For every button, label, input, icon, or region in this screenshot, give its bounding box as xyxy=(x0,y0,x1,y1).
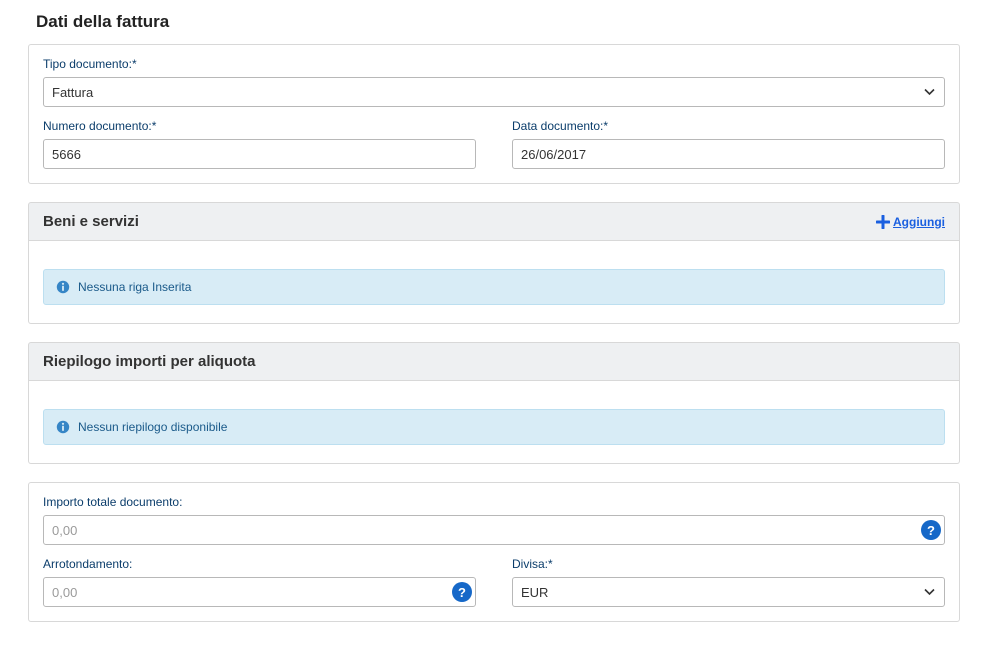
summary-section-title: Riepilogo importi per aliquota xyxy=(43,353,256,370)
total-amount-input[interactable] xyxy=(43,515,945,545)
invoice-data-panel: Tipo documento:* Fattura Numero document… xyxy=(28,44,960,184)
add-row-label: Aggiungi xyxy=(893,215,945,229)
help-icon[interactable]: ? xyxy=(921,520,941,540)
help-icon[interactable]: ? xyxy=(452,582,472,602)
totals-panel: Importo totale documento: ? Arrotondamen… xyxy=(28,482,960,622)
currency-select[interactable]: EUR xyxy=(512,577,945,607)
plus-icon xyxy=(876,215,890,229)
doc-date-input[interactable] xyxy=(512,139,945,169)
summary-empty-alert: Nessun riepilogo disponibile xyxy=(43,409,945,445)
rounding-input[interactable] xyxy=(43,577,476,607)
goods-empty-text: Nessuna riga Inserita xyxy=(78,280,191,294)
summary-empty-text: Nessun riepilogo disponibile xyxy=(78,420,227,434)
doc-type-select[interactable]: Fattura xyxy=(43,77,945,107)
info-icon xyxy=(56,420,70,434)
summary-section-header: Riepilogo importi per aliquota xyxy=(28,342,960,381)
doc-number-input[interactable] xyxy=(43,139,476,169)
currency-label: Divisa:* xyxy=(512,557,945,571)
goods-section-header: Beni e servizi Aggiungi xyxy=(28,202,960,241)
summary-section-body: Nessun riepilogo disponibile xyxy=(28,381,960,464)
doc-number-label: Numero documento:* xyxy=(43,119,476,133)
total-amount-label: Importo totale documento: xyxy=(43,495,945,509)
add-row-link[interactable]: Aggiungi xyxy=(876,215,945,229)
goods-section-title: Beni e servizi xyxy=(43,213,139,230)
doc-date-label: Data documento:* xyxy=(512,119,945,133)
page-title: Dati della fattura xyxy=(28,12,960,32)
doc-type-label: Tipo documento:* xyxy=(43,57,945,71)
goods-section-body: Nessuna riga Inserita xyxy=(28,241,960,324)
info-icon xyxy=(56,280,70,294)
rounding-label: Arrotondamento: xyxy=(43,557,476,571)
goods-empty-alert: Nessuna riga Inserita xyxy=(43,269,945,305)
